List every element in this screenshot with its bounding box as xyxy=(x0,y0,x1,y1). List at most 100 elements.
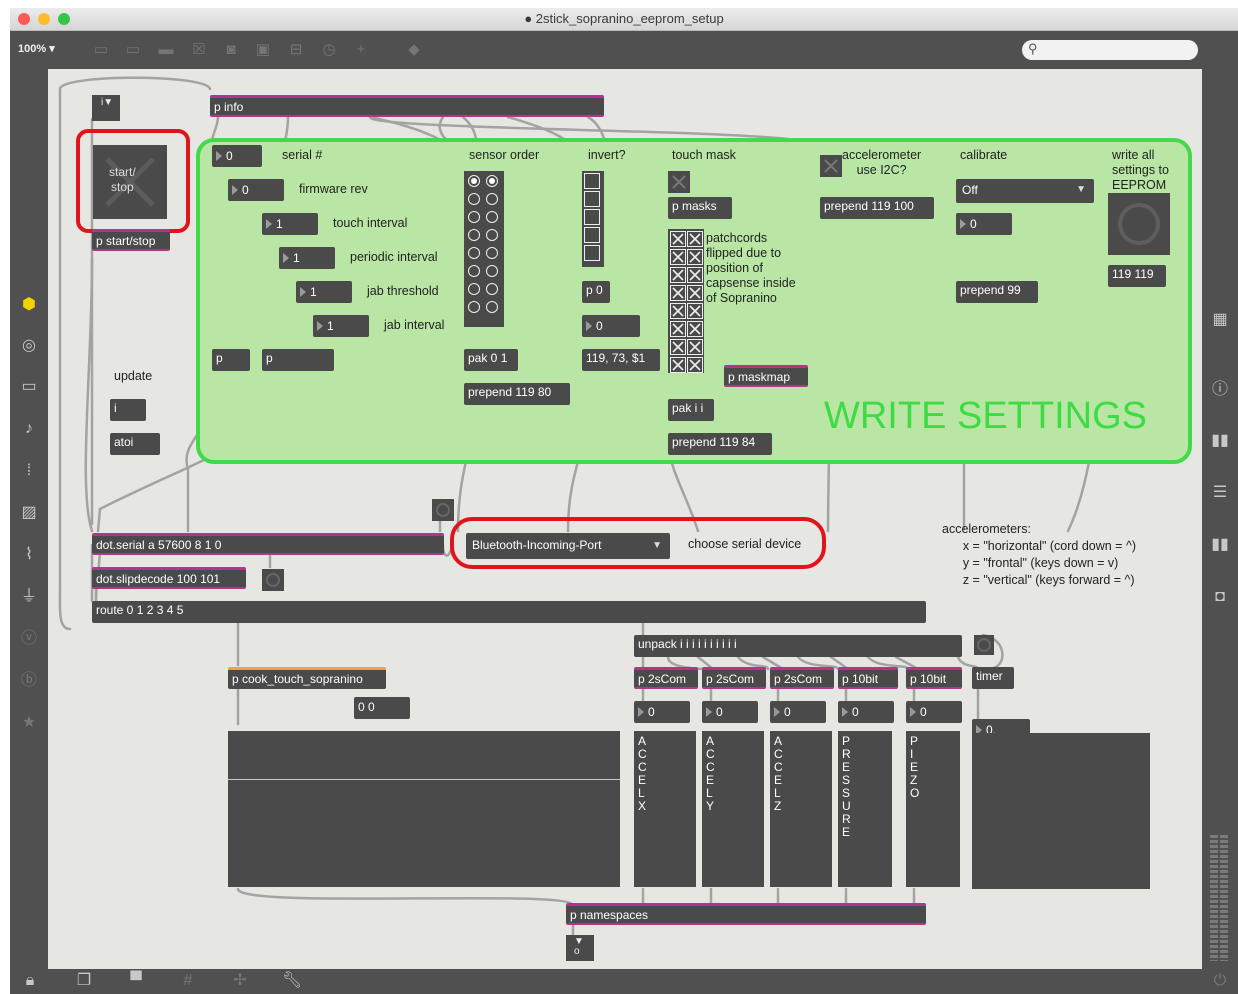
p-object-a[interactable]: p xyxy=(212,349,250,371)
prepend-99[interactable]: prepend 99 xyxy=(956,281,1038,303)
lock-icon[interactable]: 🔒︎ xyxy=(18,971,42,991)
sensor-order-radio[interactable] xyxy=(486,175,498,187)
bang-inlet[interactable]: i▼ xyxy=(92,95,120,121)
touch-display[interactable] xyxy=(228,731,620,887)
dot-serial[interactable]: dot.serial a 57600 8 1 0 xyxy=(92,533,444,555)
msg-0-0[interactable]: 0 0 xyxy=(354,697,410,719)
sensor-order-radio[interactable] xyxy=(468,175,480,187)
pressure-slider[interactable]: P R E S S U R E xyxy=(838,731,892,887)
invert-toggle-cell[interactable] xyxy=(584,173,600,189)
touch-mask-cell[interactable] xyxy=(670,339,686,355)
target-icon[interactable]: ◎ xyxy=(17,336,41,356)
sensor-order-radio[interactable] xyxy=(486,229,498,241)
calibrate-menu[interactable]: Off ▼ xyxy=(956,179,1094,203)
p-2scom-1[interactable]: p 2sCom xyxy=(634,667,698,689)
p-2scom-2[interactable]: p 2sCom xyxy=(702,667,766,689)
p-maskmap[interactable]: p maskmap xyxy=(724,365,808,387)
invert-number-box[interactable]: 0 xyxy=(582,315,640,337)
sensor-order-radio[interactable] xyxy=(486,283,498,295)
route-object[interactable]: route 0 1 2 3 4 5 xyxy=(92,601,926,623)
list-icon[interactable]: ☰ xyxy=(1208,483,1232,503)
slip-bang-button[interactable] xyxy=(262,569,284,591)
p-10bit-2[interactable]: p 10bit xyxy=(906,667,962,689)
jab-threshold-box[interactable]: 1 xyxy=(296,281,352,303)
touch-mask-cell[interactable] xyxy=(670,231,686,247)
jab-interval-box[interactable]: 1 xyxy=(313,315,369,337)
camera-icon[interactable]: ◘ xyxy=(1208,587,1232,607)
pak-i-i[interactable]: pak i i xyxy=(668,399,714,421)
sensor-order-radio[interactable] xyxy=(468,211,480,223)
calibrate-number-box[interactable]: 0 xyxy=(956,213,1012,235)
pressure-number[interactable]: 0 xyxy=(838,701,894,723)
new-comment-icon[interactable]: ▬ xyxy=(157,41,175,59)
new-toggle-icon[interactable]: ◙ xyxy=(222,41,240,59)
snap-icon[interactable]: ✢ xyxy=(228,971,252,991)
touch-mask-cell[interactable] xyxy=(687,303,703,319)
new-button-icon[interactable]: ☒ xyxy=(190,41,208,59)
package-icon[interactable]: ⬢ xyxy=(17,295,41,315)
touch-mask-cell[interactable] xyxy=(670,249,686,265)
info-icon[interactable]: ⓘ xyxy=(1208,380,1232,400)
p-object-b[interactable]: p xyxy=(262,349,334,371)
prepend-119-80[interactable]: prepend 119 80 xyxy=(464,383,570,405)
grid-toggle-icon[interactable]: # xyxy=(176,971,200,991)
invert-toggle-cell[interactable] xyxy=(584,227,600,243)
p-2scom-3[interactable]: p 2sCom xyxy=(770,667,834,689)
firmware-rev-box[interactable]: 0 xyxy=(228,179,284,201)
sensor-order-radio[interactable] xyxy=(468,265,480,277)
dot-slipdecode[interactable]: dot.slipdecode 100 101 xyxy=(92,567,246,589)
new-number-icon[interactable]: ⊟ xyxy=(287,41,305,59)
presentation-icon[interactable]: ▀ xyxy=(124,971,148,991)
patcher-canvas[interactable]: i▼ start/ stop p start/stop p info 0 ser… xyxy=(48,69,1202,969)
sensor-order-radio[interactable] xyxy=(468,193,480,205)
pak-0-1[interactable]: pak 0 1 xyxy=(464,349,518,371)
touch-mask-cell[interactable] xyxy=(687,321,703,337)
book-icon[interactable]: ▮▮ xyxy=(1208,431,1232,451)
touch-mask-cell[interactable] xyxy=(670,321,686,337)
p-masks[interactable]: p masks xyxy=(668,197,732,219)
touch-mask-button[interactable] xyxy=(668,171,690,193)
search-input[interactable]: ⚲ xyxy=(1022,40,1198,60)
sensor-order-radio[interactable] xyxy=(468,229,480,241)
power-icon[interactable]: ⏻ xyxy=(1208,971,1232,991)
new-slider-icon[interactable]: ▣ xyxy=(254,41,272,59)
add-icon[interactable]: + xyxy=(352,41,370,59)
p-cook-touch[interactable]: p cook_touch_sopranino xyxy=(228,667,386,689)
sequencer-icon[interactable]: ⁞ xyxy=(17,461,41,481)
accel-y-number[interactable]: 0 xyxy=(702,701,758,723)
sensor-order-radio[interactable] xyxy=(486,265,498,277)
sensor-order-radio[interactable] xyxy=(486,193,498,205)
invert-message[interactable]: 119, 73, $1 xyxy=(582,349,660,371)
piezo-number[interactable]: 0 xyxy=(906,701,962,723)
periodic-interval-box[interactable]: 1 xyxy=(279,247,335,269)
windows-icon[interactable]: ❐ xyxy=(72,971,96,991)
touch-mask-cell[interactable] xyxy=(670,357,686,373)
paint-bucket-icon[interactable]: ◆ xyxy=(405,41,423,59)
sensor-order-radio[interactable] xyxy=(486,211,498,223)
plug-icon[interactable]: ⏚ xyxy=(17,587,41,607)
invert-toggle-cell[interactable] xyxy=(584,245,600,261)
touch-mask-cell[interactable] xyxy=(670,267,686,283)
grid-icon[interactable]: ▦ xyxy=(1208,310,1232,330)
unpack-object[interactable]: unpack i i i i i i i i i i xyxy=(634,635,962,657)
sensor-order-radio[interactable] xyxy=(468,283,480,295)
paperclip-icon[interactable]: ⌇ xyxy=(17,545,41,565)
write-eeprom-button[interactable] xyxy=(1108,193,1170,255)
p-info[interactable]: p info xyxy=(210,95,604,117)
touch-mask-cell[interactable] xyxy=(687,267,703,283)
serial-number-box[interactable]: 0 xyxy=(212,145,262,167)
wrench-icon[interactable]: 🔧︎ xyxy=(280,971,304,991)
p-0[interactable]: p 0 xyxy=(582,281,610,303)
touch-mask-cell[interactable] xyxy=(670,285,686,301)
sensor-order-radio[interactable] xyxy=(486,247,498,259)
p-namespaces[interactable]: p namespaces xyxy=(566,903,926,925)
new-dial-icon[interactable]: ◷ xyxy=(320,41,338,59)
msg-119-119[interactable]: 119 119 xyxy=(1108,265,1166,287)
sensor-order-radio[interactable] xyxy=(468,301,480,313)
accel-y-slider[interactable]: A C C E L Y xyxy=(702,731,764,887)
sensor-order-radio[interactable] xyxy=(486,301,498,313)
touch-interval-box[interactable]: 1 xyxy=(262,213,318,235)
accel-x-slider[interactable]: A C C E L X xyxy=(634,731,696,887)
touch-mask-cell[interactable] xyxy=(687,339,703,355)
touch-mask-cell[interactable] xyxy=(687,249,703,265)
